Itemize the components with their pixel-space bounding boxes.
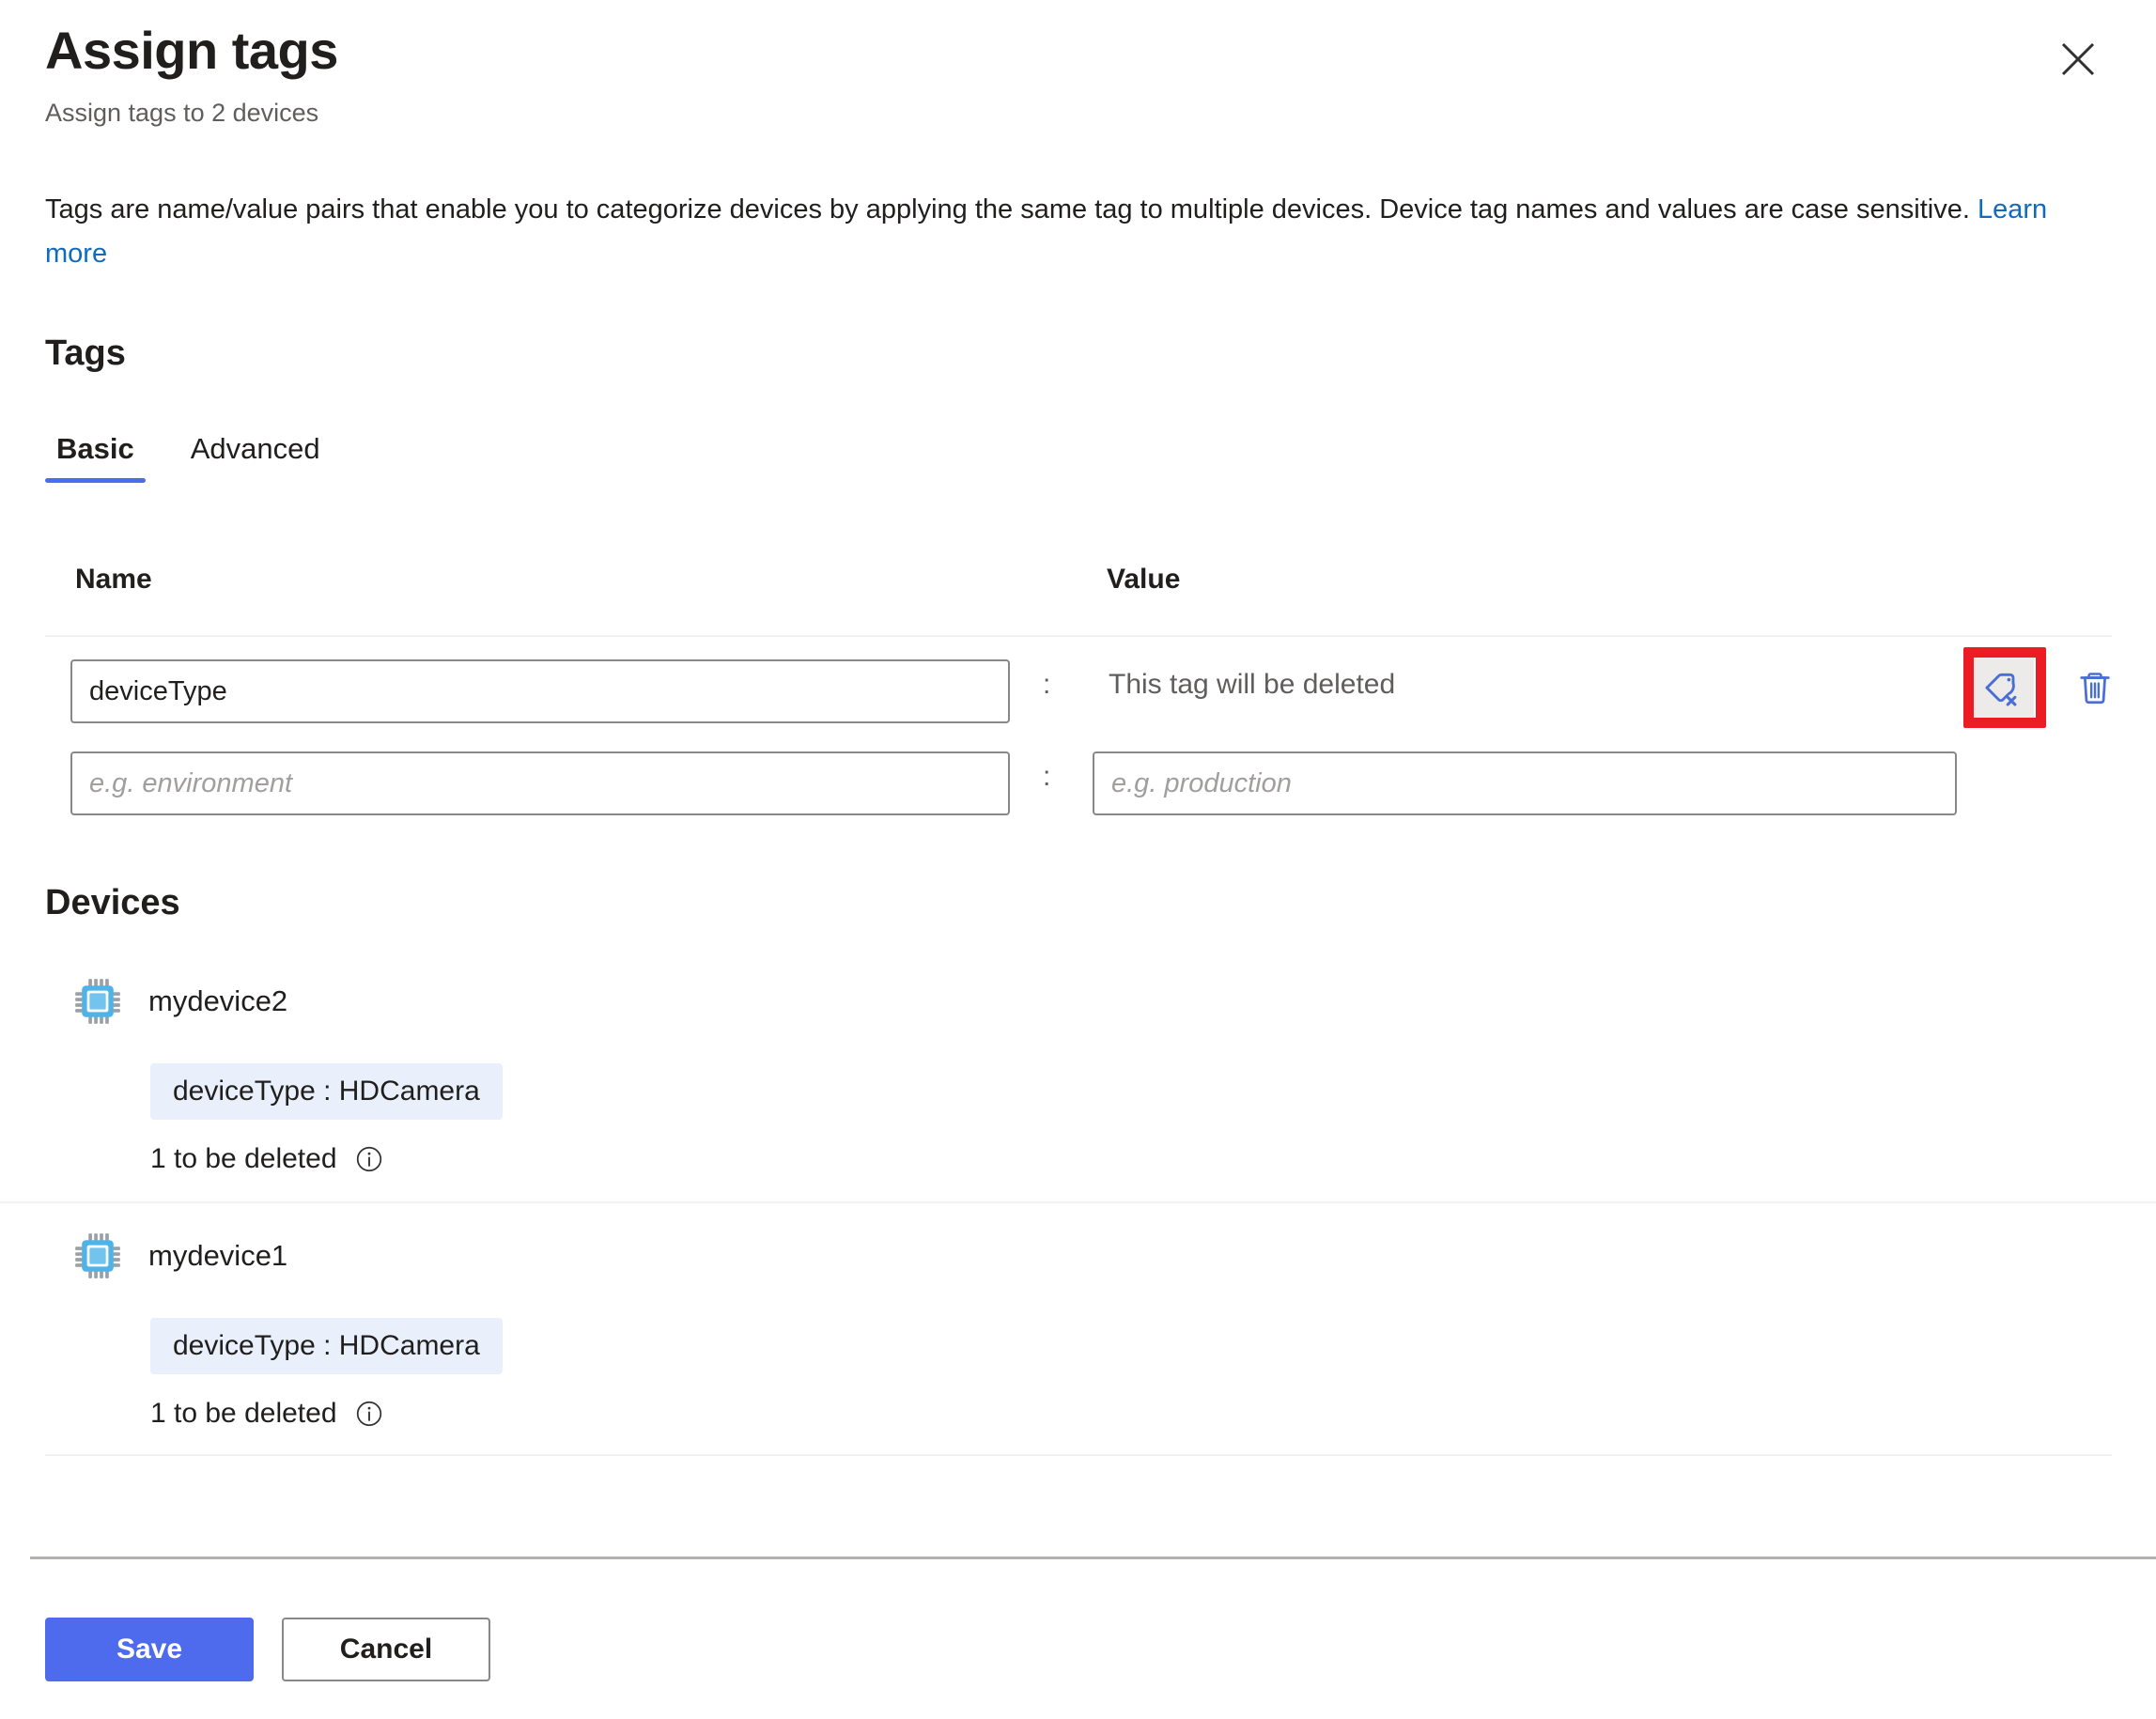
device-status: 1 to be deleted bbox=[150, 1143, 384, 1175]
tag-row: : bbox=[0, 746, 2156, 834]
info-icon[interactable] bbox=[354, 1144, 384, 1174]
page-subtitle: Assign tags to 2 devices bbox=[45, 99, 319, 127]
assign-tags-dialog: Assign tags Assign tags to 2 devices Tag… bbox=[0, 0, 2156, 1719]
list-item: mydevice1 deviceType : HDCamera 1 to be … bbox=[0, 1201, 2156, 1454]
device-tag-chip: deviceType : HDCamera bbox=[150, 1063, 503, 1120]
chip-icon bbox=[73, 977, 122, 1026]
chip-icon bbox=[73, 1231, 122, 1280]
device-list: mydevice2 deviceType : HDCamera 1 to be … bbox=[0, 949, 2156, 1454]
tab-advanced[interactable]: Advanced bbox=[179, 432, 332, 483]
trash-icon bbox=[2074, 667, 2116, 708]
tag-value-status-text: This tag will be deleted bbox=[1109, 669, 1396, 700]
tag-name-input[interactable] bbox=[70, 659, 1010, 723]
close-button[interactable] bbox=[2045, 26, 2111, 92]
devices-section-heading: Devices bbox=[45, 883, 180, 922]
footer-actions: Save Cancel bbox=[45, 1618, 490, 1681]
tags-tablist: Basic Advanced bbox=[45, 432, 365, 483]
save-button[interactable]: Save bbox=[45, 1618, 254, 1681]
tab-basic[interactable]: Basic bbox=[45, 432, 146, 483]
device-header: mydevice2 bbox=[73, 977, 287, 1026]
page-title: Assign tags bbox=[45, 21, 338, 80]
new-tag-value-input[interactable] bbox=[1093, 751, 1957, 815]
description: Tags are name/value pairs that enable yo… bbox=[45, 188, 2112, 276]
list-item: mydevice2 deviceType : HDCamera 1 to be … bbox=[0, 949, 2156, 1201]
device-tag-chip: deviceType : HDCamera bbox=[150, 1318, 503, 1374]
close-icon bbox=[2058, 39, 2098, 79]
device-status: 1 to be deleted bbox=[150, 1398, 384, 1430]
remove-tag-button[interactable] bbox=[1974, 658, 2034, 718]
delete-tag-button[interactable] bbox=[2065, 658, 2125, 718]
device-list-bottom-divider bbox=[45, 1454, 2112, 1456]
tag-row: : This tag will be deleted bbox=[0, 654, 2156, 742]
tag-remove-icon bbox=[1982, 666, 2025, 709]
device-header: mydevice1 bbox=[73, 1231, 287, 1280]
info-icon[interactable] bbox=[354, 1399, 384, 1429]
device-status-label: 1 to be deleted bbox=[150, 1398, 337, 1429]
column-header-value: Value bbox=[1107, 564, 1181, 595]
tags-header-divider bbox=[45, 635, 2112, 637]
tag-separator-colon: : bbox=[1043, 761, 1051, 792]
tags-section-heading: Tags bbox=[45, 333, 126, 373]
description-text: Tags are name/value pairs that enable yo… bbox=[45, 194, 1970, 225]
footer-divider bbox=[30, 1556, 2156, 1559]
device-status-label: 1 to be deleted bbox=[150, 1143, 337, 1174]
column-header-name: Name bbox=[75, 564, 152, 595]
new-tag-name-input[interactable] bbox=[70, 751, 1010, 815]
device-name: mydevice2 bbox=[148, 984, 288, 1017]
cancel-button[interactable]: Cancel bbox=[282, 1618, 490, 1681]
device-name: mydevice1 bbox=[148, 1239, 288, 1272]
tag-separator-colon: : bbox=[1043, 669, 1051, 700]
